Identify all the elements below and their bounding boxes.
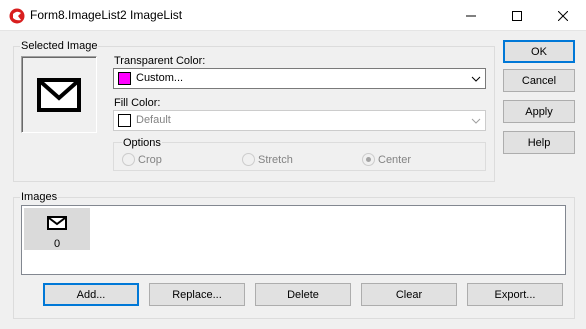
stretch-radio-circle <box>242 153 255 166</box>
options-group <box>113 142 486 171</box>
image-index: 0 <box>53 238 61 250</box>
stretch-radio-label: Stretch <box>258 153 293 166</box>
apply-button[interactable]: Apply <box>503 100 575 123</box>
fill-color-swatch <box>118 114 131 127</box>
title-bar: Form8.ImageList2 ImageList <box>0 0 586 31</box>
envelope-icon <box>47 216 67 230</box>
crop-radio[interactable]: Crop <box>122 153 162 166</box>
maximize-button[interactable] <box>494 0 540 31</box>
fill-color-value: Default <box>136 114 171 126</box>
center-radio-label: Center <box>378 153 412 166</box>
replace-button[interactable]: Replace... <box>149 283 245 306</box>
transparent-color-swatch <box>118 72 131 85</box>
envelope-icon <box>37 77 81 112</box>
crop-radio-label: Crop <box>138 153 162 166</box>
image-thumbnail[interactable]: 0 <box>24 208 90 250</box>
stretch-radio[interactable]: Stretch <box>242 153 293 166</box>
delete-button[interactable]: Delete <box>255 283 351 306</box>
selected-image-preview <box>21 56 97 133</box>
crop-radio-circle <box>122 153 135 166</box>
chevron-down-icon <box>471 118 481 124</box>
cancel-button[interactable]: Cancel <box>503 69 575 92</box>
close-icon <box>558 10 568 21</box>
close-button[interactable] <box>540 0 586 31</box>
window-title: Form8.ImageList2 ImageList <box>30 8 183 22</box>
fill-color-label: Fill Color: <box>114 97 161 109</box>
transparent-color-combo[interactable]: Custom... <box>113 68 486 89</box>
transparent-color-label: Transparent Color: <box>114 55 206 67</box>
images-list[interactable]: 0 <box>21 205 566 275</box>
help-button[interactable]: Help <box>503 131 575 154</box>
fill-color-combo[interactable]: Default <box>113 110 486 131</box>
app-icon <box>9 8 25 24</box>
clear-button[interactable]: Clear <box>361 283 457 306</box>
maximize-icon <box>512 10 522 21</box>
center-radio-circle <box>362 153 375 166</box>
add-button[interactable]: Add... <box>43 283 139 306</box>
chevron-down-icon <box>471 76 481 82</box>
options-label: Options <box>122 137 162 149</box>
selected-image-label: Selected Image <box>20 40 99 52</box>
export-button[interactable]: Export... <box>467 283 563 306</box>
images-label: Images <box>20 191 59 203</box>
minimize-button[interactable] <box>448 0 494 31</box>
minimize-icon <box>466 15 476 16</box>
center-radio[interactable]: Center <box>362 153 411 166</box>
transparent-color-value: Custom... <box>136 72 184 84</box>
ok-button[interactable]: OK <box>503 40 575 63</box>
